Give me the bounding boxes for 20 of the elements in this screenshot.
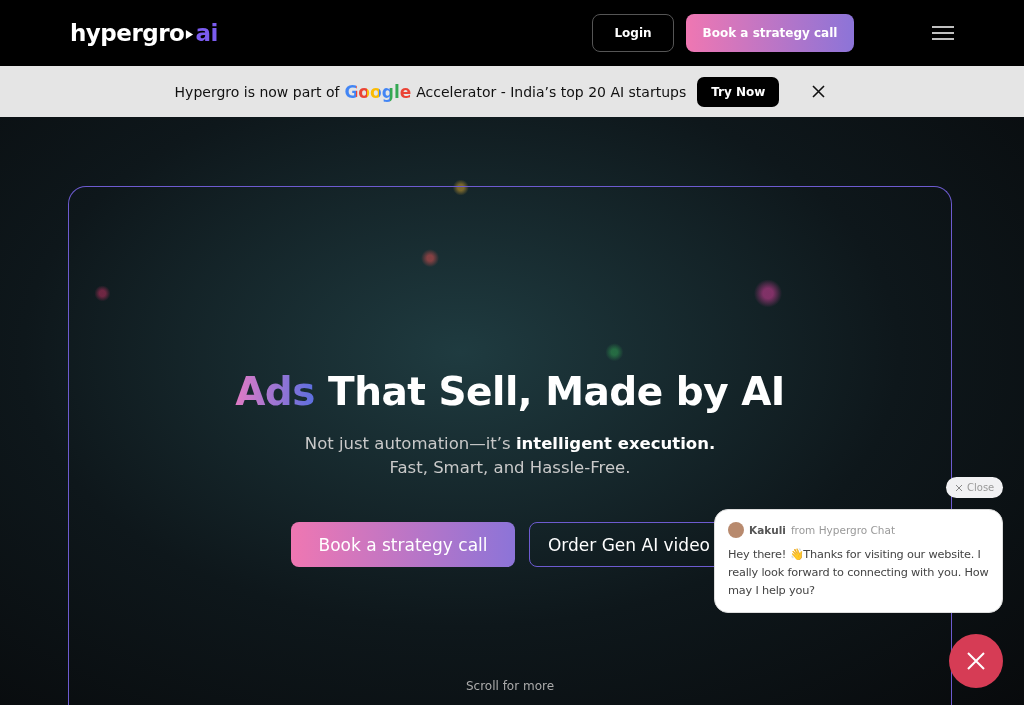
google-wordmark: Google <box>344 81 412 102</box>
chat-message: Hey there! 👋Thanks for visiting our website. I really look forward to connecting with you. How may I help you? <box>728 547 990 599</box>
scroll-hint: Scroll for more <box>465 679 555 693</box>
menu-icon[interactable] <box>932 26 954 40</box>
agent-name: Kakuli <box>749 524 786 536</box>
chat-dialog[interactable]: Kakuli from Hypergro Chat Hey there! 👋Thanks for visiting our website. I really look forward to connecting with you. How may I help you? <box>714 509 1003 613</box>
close-icon <box>955 483 963 492</box>
close-icon[interactable] <box>812 85 825 98</box>
try-now-button[interactable]: Try Now <box>697 76 780 107</box>
login-button[interactable]: Login <box>592 14 674 52</box>
chat-source: from Hypergro Chat <box>790 524 896 536</box>
close-chat-button[interactable] <box>949 634 1003 688</box>
hero-title: Ads That Sell, Made by AI <box>235 369 785 414</box>
play-icon <box>185 28 195 40</box>
hero-subtitle: Not just automation—it’s intelligent execution. Fast, Smart, and Hassle-Free. <box>304 433 716 479</box>
logo[interactable]: hypergro ai <box>70 20 218 46</box>
banner-text: Hypergro is now part of <box>174 83 340 100</box>
avatar <box>728 522 744 538</box>
close-icon <box>967 652 985 670</box>
banner-text: Accelerator - India’s top 20 AI startups <box>416 83 687 100</box>
